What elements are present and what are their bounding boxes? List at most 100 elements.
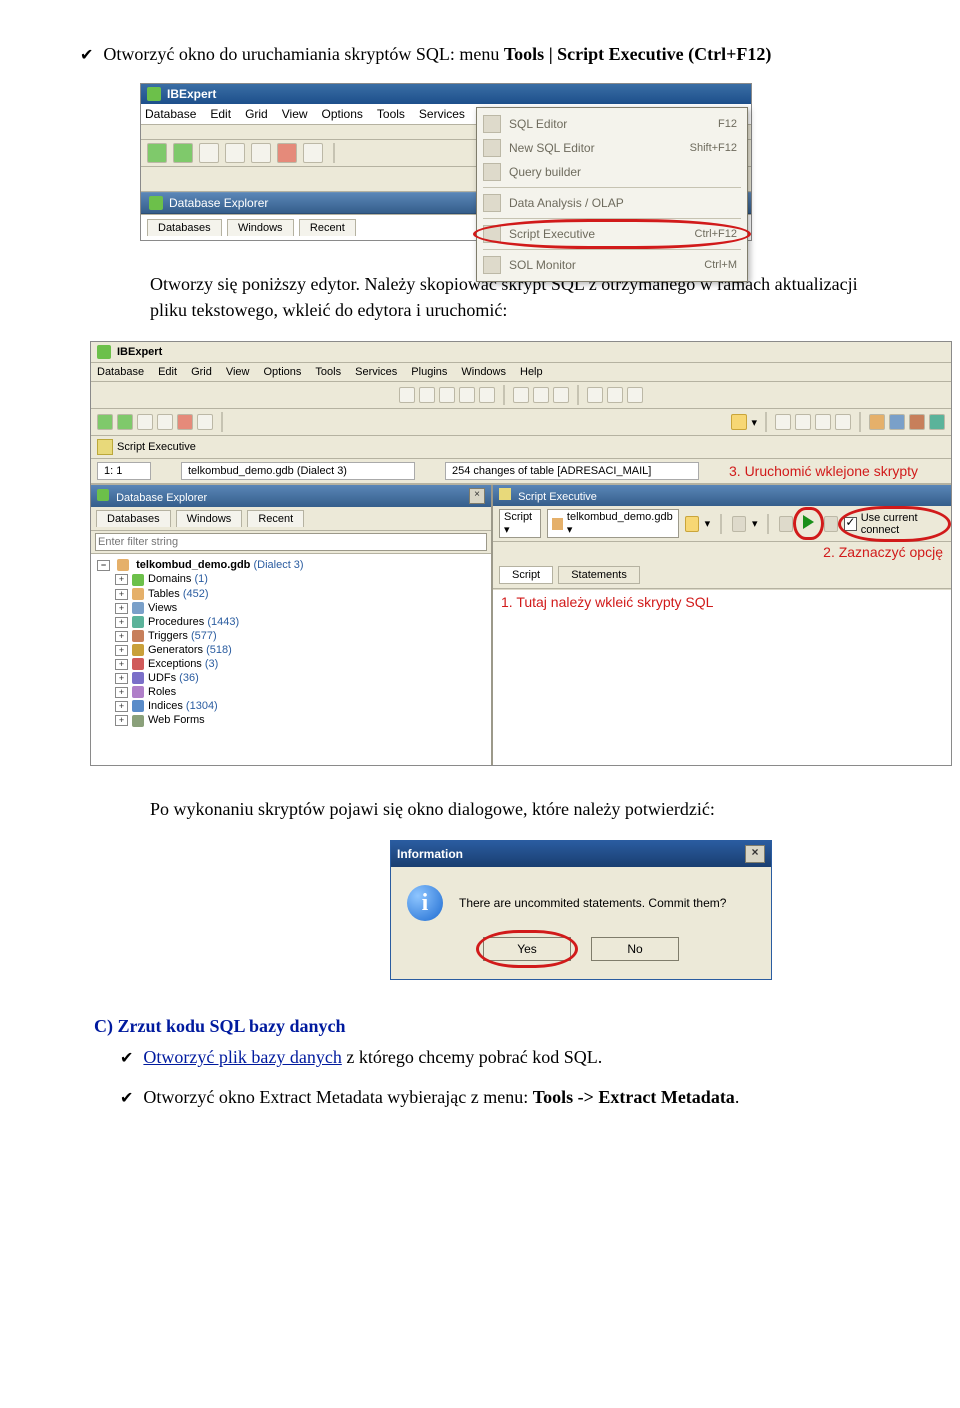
tb-icon[interactable] <box>929 414 945 430</box>
tb-icon[interactable] <box>795 414 811 430</box>
menu-database[interactable]: Database <box>145 107 196 121</box>
tb-icon[interactable] <box>835 414 851 430</box>
expand-icon[interactable]: + <box>115 673 128 684</box>
menubar[interactable]: Database Edit Grid View Options Tools Se… <box>91 363 951 382</box>
folder-icon[interactable] <box>685 516 699 532</box>
tree-node[interactable]: +Views <box>97 601 485 615</box>
db-disconnect-icon[interactable] <box>277 143 297 163</box>
tab-statements[interactable]: Statements <box>558 566 640 584</box>
menu-tools[interactable]: Tools <box>315 366 341 378</box>
expand-icon[interactable]: + <box>115 589 128 600</box>
tree-node[interactable]: +Roles <box>97 685 485 699</box>
menu-grid[interactable]: Grid <box>191 366 212 378</box>
tb-icon[interactable] <box>399 387 415 403</box>
menu-plugins[interactable]: Plugins <box>411 366 447 378</box>
tb-icon[interactable] <box>732 516 746 532</box>
db-x-icon[interactable] <box>177 414 193 430</box>
tb-icon[interactable] <box>607 387 623 403</box>
tb-icon[interactable] <box>553 387 569 403</box>
tb-icon[interactable] <box>779 516 793 532</box>
expand-icon[interactable]: + <box>115 659 128 670</box>
db-connect-icon[interactable] <box>97 414 113 430</box>
menu-view[interactable]: View <box>282 107 308 121</box>
tb-icon[interactable] <box>815 414 831 430</box>
menu-database[interactable]: Database <box>97 366 144 378</box>
tb-icon[interactable] <box>459 387 475 403</box>
tb-icon[interactable] <box>197 414 213 430</box>
tb-icon[interactable] <box>533 387 549 403</box>
tb-icon[interactable] <box>869 414 885 430</box>
tab-windows[interactable]: Windows <box>227 219 294 236</box>
tab-script-executive[interactable]: Script Executive <box>117 441 196 453</box>
expand-icon[interactable]: + <box>115 687 128 698</box>
tb-icon[interactable] <box>775 414 791 430</box>
tb-icon[interactable] <box>251 143 271 163</box>
tree-node[interactable]: +Exceptions (3) <box>97 657 485 671</box>
tree-node[interactable]: +Generators (518) <box>97 643 485 657</box>
tb-icon[interactable] <box>824 516 838 532</box>
menu-options[interactable]: Options <box>322 107 363 121</box>
db-icon[interactable] <box>173 143 193 163</box>
expand-icon[interactable]: + <box>115 603 128 614</box>
tools-item-query-builder[interactable]: Query builder <box>477 160 747 184</box>
menu-options[interactable]: Options <box>264 366 302 378</box>
menu-edit[interactable]: Edit <box>210 107 231 121</box>
tab-recent[interactable]: Recent <box>247 510 304 527</box>
close-pane-button[interactable]: × <box>469 488 485 504</box>
tab-recent[interactable]: Recent <box>299 219 356 236</box>
menu-tools[interactable]: Tools <box>377 107 405 121</box>
tree-root[interactable]: − telkombud_demo.gdb (Dialect 3) <box>97 558 485 572</box>
tree-node[interactable]: +Tables (452) <box>97 587 485 601</box>
tree-node[interactable]: +Procedures (1443) <box>97 615 485 629</box>
tab-windows[interactable]: Windows <box>176 510 243 527</box>
menu-services[interactable]: Services <box>355 366 397 378</box>
tb-icon[interactable] <box>303 143 323 163</box>
tb-icon[interactable] <box>587 387 603 403</box>
tb-icon[interactable] <box>479 387 495 403</box>
no-button[interactable]: No <box>591 937 679 961</box>
menu-edit[interactable]: Edit <box>158 366 177 378</box>
tb-icon[interactable] <box>627 387 643 403</box>
tree-node[interactable]: +Triggers (577) <box>97 629 485 643</box>
tree-node[interactable]: +UDFs (36) <box>97 671 485 685</box>
expand-icon[interactable]: + <box>115 715 128 726</box>
tab-script[interactable]: Script <box>499 566 553 584</box>
tools-item-script-executive[interactable]: Script Executive Ctrl+F12 <box>477 222 747 246</box>
menu-view[interactable]: View <box>226 366 250 378</box>
tb-icon[interactable] <box>909 414 925 430</box>
expand-icon[interactable]: + <box>115 645 128 656</box>
folder-icon[interactable] <box>731 414 747 430</box>
yes-button[interactable]: Yes <box>483 937 571 961</box>
use-current-connect-checkbox[interactable]: Use current connect <box>844 512 945 536</box>
menu-services[interactable]: Services <box>419 107 465 121</box>
object-tree[interactable]: − telkombud_demo.gdb (Dialect 3) +Domain… <box>91 554 491 765</box>
tb-icon[interactable] <box>513 387 529 403</box>
collapse-icon[interactable]: − <box>97 560 110 571</box>
expand-icon[interactable]: + <box>115 631 128 642</box>
tb-icon[interactable] <box>419 387 435 403</box>
expand-icon[interactable]: + <box>115 574 128 585</box>
db-dropdown[interactable]: telkombud_demo.gdb ▾ <box>547 509 679 538</box>
run-script-button[interactable] <box>799 513 818 534</box>
filter-input[interactable] <box>95 533 487 551</box>
script-dropdown[interactable]: Script ▾ <box>499 509 541 538</box>
tab-databases[interactable]: Databases <box>147 219 222 236</box>
tb-icon[interactable] <box>439 387 455 403</box>
tree-node[interactable]: +Web Forms <box>97 713 485 727</box>
tb-icon[interactable] <box>137 414 153 430</box>
menu-windows[interactable]: Windows <box>461 366 506 378</box>
script-editor[interactable]: 1. Tutaj należy wkleić skrypty SQL <box>493 589 951 765</box>
tree-node[interactable]: +Domains (1) <box>97 572 485 586</box>
tree-node[interactable]: +Indices (1304) <box>97 699 485 713</box>
tb-icon[interactable] <box>199 143 219 163</box>
expand-icon[interactable]: + <box>115 617 128 628</box>
tb-icon[interactable] <box>157 414 173 430</box>
menu-help[interactable]: Help <box>520 366 543 378</box>
tools-item-olap[interactable]: Data Analysis / OLAP <box>477 191 747 215</box>
tools-item-sql-editor[interactable]: SQL Editor F12 <box>477 112 747 136</box>
close-button[interactable]: × <box>745 845 765 863</box>
db-icon[interactable] <box>117 414 133 430</box>
open-db-file-link[interactable]: Otworzyć plik bazy danych <box>143 1047 341 1067</box>
tools-item-new-sql-editor[interactable]: New SQL Editor Shift+F12 <box>477 136 747 160</box>
tb-icon[interactable] <box>889 414 905 430</box>
